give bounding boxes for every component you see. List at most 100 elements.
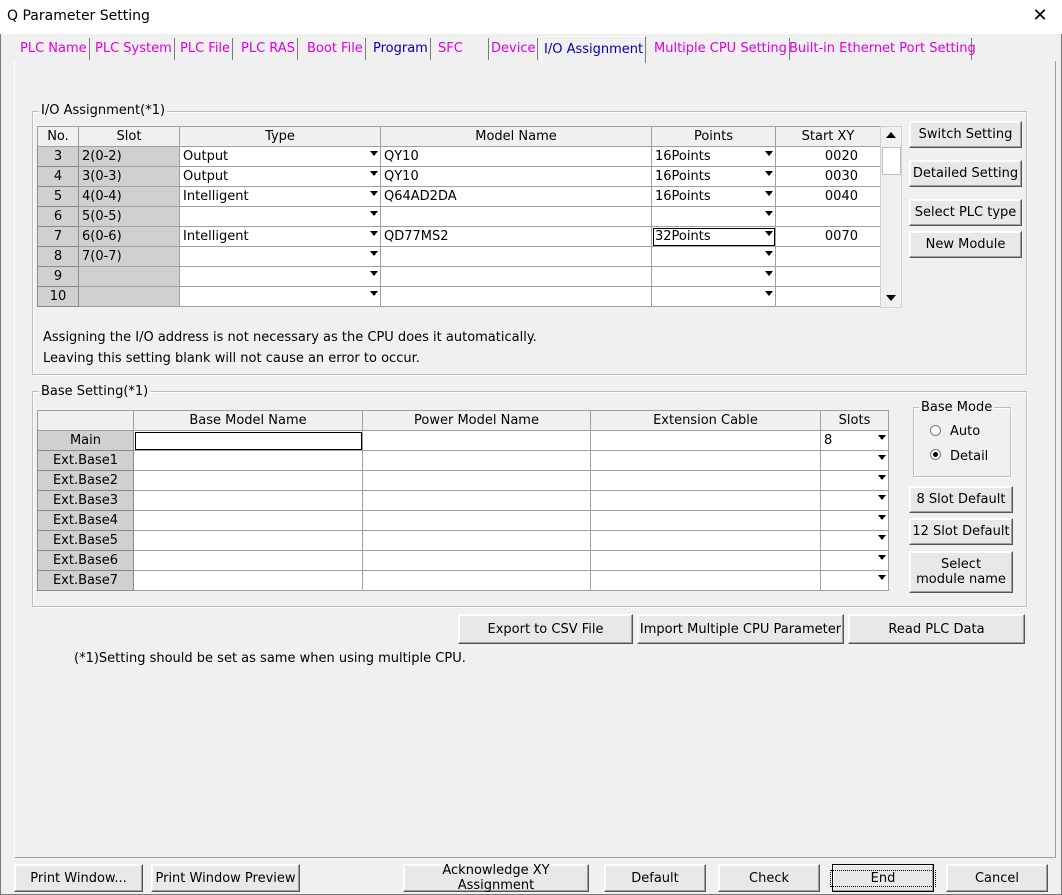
type-cell[interactable]: Intelligent (179, 186, 381, 207)
start-xy-cell[interactable] (775, 246, 881, 267)
points-cell[interactable] (651, 206, 776, 227)
slots-cell[interactable] (820, 530, 889, 551)
tab-multiple-cpu-setting[interactable]: Multiple CPU Setting (652, 38, 790, 60)
model-name-cell[interactable] (380, 286, 652, 307)
model-name-cell[interactable]: QY10 (380, 146, 652, 167)
points-cell[interactable] (651, 266, 776, 287)
base-model-name-cell[interactable] (133, 450, 363, 471)
base-model-name-cell[interactable] (133, 490, 363, 511)
start-xy-cell[interactable] (775, 286, 881, 307)
start-xy-cell[interactable]: 0040 (775, 186, 881, 207)
type-cell[interactable]: Output (179, 166, 381, 187)
points-cell[interactable]: 16Points (651, 186, 776, 207)
slots-cell[interactable] (820, 510, 889, 531)
slots-cell[interactable]: 8 (820, 430, 889, 451)
type-cell[interactable] (179, 286, 381, 307)
start-xy-cell[interactable]: 0070 (775, 226, 881, 247)
base-mode-auto-label[interactable]: Auto (950, 424, 980, 439)
power-model-name-cell[interactable] (362, 490, 591, 511)
model-name-cell[interactable] (380, 206, 652, 227)
extension-cable-cell[interactable] (590, 470, 821, 491)
chevron-down-icon[interactable] (765, 271, 773, 276)
base-mode-detail-radio[interactable] (930, 449, 941, 460)
start-xy-cell[interactable]: 0030 (775, 166, 881, 187)
chevron-down-icon[interactable] (878, 475, 886, 480)
tab-plc-file[interactable]: PLC File (178, 38, 234, 60)
base-model-name-cell[interactable] (133, 530, 363, 551)
chevron-down-icon[interactable] (370, 291, 378, 296)
acknowledge-xy-assignment-button[interactable]: Acknowledge XY Assignment (403, 863, 589, 893)
model-name-cell[interactable]: Q64AD2DA (380, 186, 652, 207)
extension-cable-cell[interactable] (590, 490, 821, 511)
model-name-cell[interactable]: QY10 (380, 166, 652, 187)
export-csv-button[interactable]: Export to CSV File (458, 614, 633, 644)
power-model-name-cell[interactable] (362, 550, 591, 571)
extension-cable-cell[interactable] (590, 570, 821, 591)
base-model-name-cell[interactable] (133, 570, 363, 591)
chevron-down-icon[interactable] (765, 211, 773, 216)
close-icon[interactable]: ✕ (1028, 4, 1052, 28)
base-model-name-cell[interactable] (133, 470, 363, 491)
scroll-up-icon[interactable] (886, 132, 896, 138)
tab-program[interactable]: Program (371, 38, 431, 60)
model-name-cell[interactable]: QD77MS2 (380, 226, 652, 247)
power-model-name-cell[interactable] (362, 430, 591, 451)
start-xy-cell[interactable] (775, 206, 881, 227)
end-button[interactable]: End (829, 864, 937, 892)
chevron-down-icon[interactable] (765, 231, 773, 236)
tab-boot-file[interactable]: Boot File (305, 38, 366, 60)
model-name-cell[interactable] (380, 246, 652, 267)
new-module-button[interactable]: New Module (909, 231, 1022, 258)
slots-cell[interactable] (820, 570, 889, 591)
tab-builtin-ethernet-port[interactable]: Built-in Ethernet Port Setting (787, 38, 976, 60)
slots-cell[interactable] (820, 550, 889, 571)
base-model-name-cell[interactable] (133, 510, 363, 531)
start-xy-cell[interactable] (775, 266, 881, 287)
power-model-name-cell[interactable] (362, 510, 591, 531)
chevron-down-icon[interactable] (878, 455, 886, 460)
tab-plc-ras[interactable]: PLC RAS (239, 38, 298, 60)
chevron-down-icon[interactable] (878, 495, 886, 500)
chevron-down-icon[interactable] (878, 535, 886, 540)
chevron-down-icon[interactable] (370, 191, 378, 196)
points-cell[interactable]: 32Points (651, 226, 776, 247)
power-model-name-cell[interactable] (362, 530, 591, 551)
base-model-name-cell[interactable] (133, 430, 363, 451)
12-slot-default-button[interactable]: 12 Slot Default (909, 518, 1013, 545)
extension-cable-cell[interactable] (590, 510, 821, 531)
read-plc-data-button[interactable]: Read PLC Data (848, 614, 1025, 644)
cancel-button[interactable]: Cancel (946, 864, 1048, 892)
select-plc-type-button[interactable]: Select PLC type (909, 199, 1022, 226)
slots-cell[interactable] (820, 470, 889, 491)
tab-device[interactable]: Device (489, 38, 539, 60)
extension-cable-cell[interactable] (590, 550, 821, 571)
tab-io-assignment[interactable]: I/O Assignment (541, 36, 647, 63)
default-button[interactable]: Default (604, 864, 706, 892)
chevron-down-icon[interactable] (878, 555, 886, 560)
switch-setting-button[interactable]: Switch Setting (909, 121, 1022, 148)
slots-cell[interactable] (820, 490, 889, 511)
check-button[interactable]: Check (718, 864, 820, 892)
chevron-down-icon[interactable] (370, 251, 378, 256)
power-model-name-cell[interactable] (362, 570, 591, 591)
start-xy-cell[interactable]: 0020 (775, 146, 881, 167)
base-mode-auto-radio[interactable] (930, 425, 941, 436)
tab-plc-name[interactable]: PLC Name (18, 38, 90, 60)
base-model-name-cell[interactable] (133, 550, 363, 571)
tab-sfc[interactable]: SFC (436, 38, 489, 60)
power-model-name-cell[interactable] (362, 450, 591, 471)
chevron-down-icon[interactable] (765, 151, 773, 156)
chevron-down-icon[interactable] (878, 435, 886, 440)
scroll-thumb[interactable] (882, 147, 901, 175)
detailed-setting-button[interactable]: Detailed Setting (909, 160, 1022, 187)
chevron-down-icon[interactable] (765, 251, 773, 256)
points-cell[interactable]: 16Points (651, 166, 776, 187)
points-cell[interactable] (651, 246, 776, 267)
chevron-down-icon[interactable] (765, 291, 773, 296)
tab-plc-system[interactable]: PLC System (93, 38, 175, 60)
extension-cable-cell[interactable] (590, 530, 821, 551)
8-slot-default-button[interactable]: 8 Slot Default (909, 486, 1013, 513)
select-module-name-button[interactable]: Select module name (909, 551, 1013, 593)
type-cell[interactable] (179, 246, 381, 267)
chevron-down-icon[interactable] (370, 151, 378, 156)
